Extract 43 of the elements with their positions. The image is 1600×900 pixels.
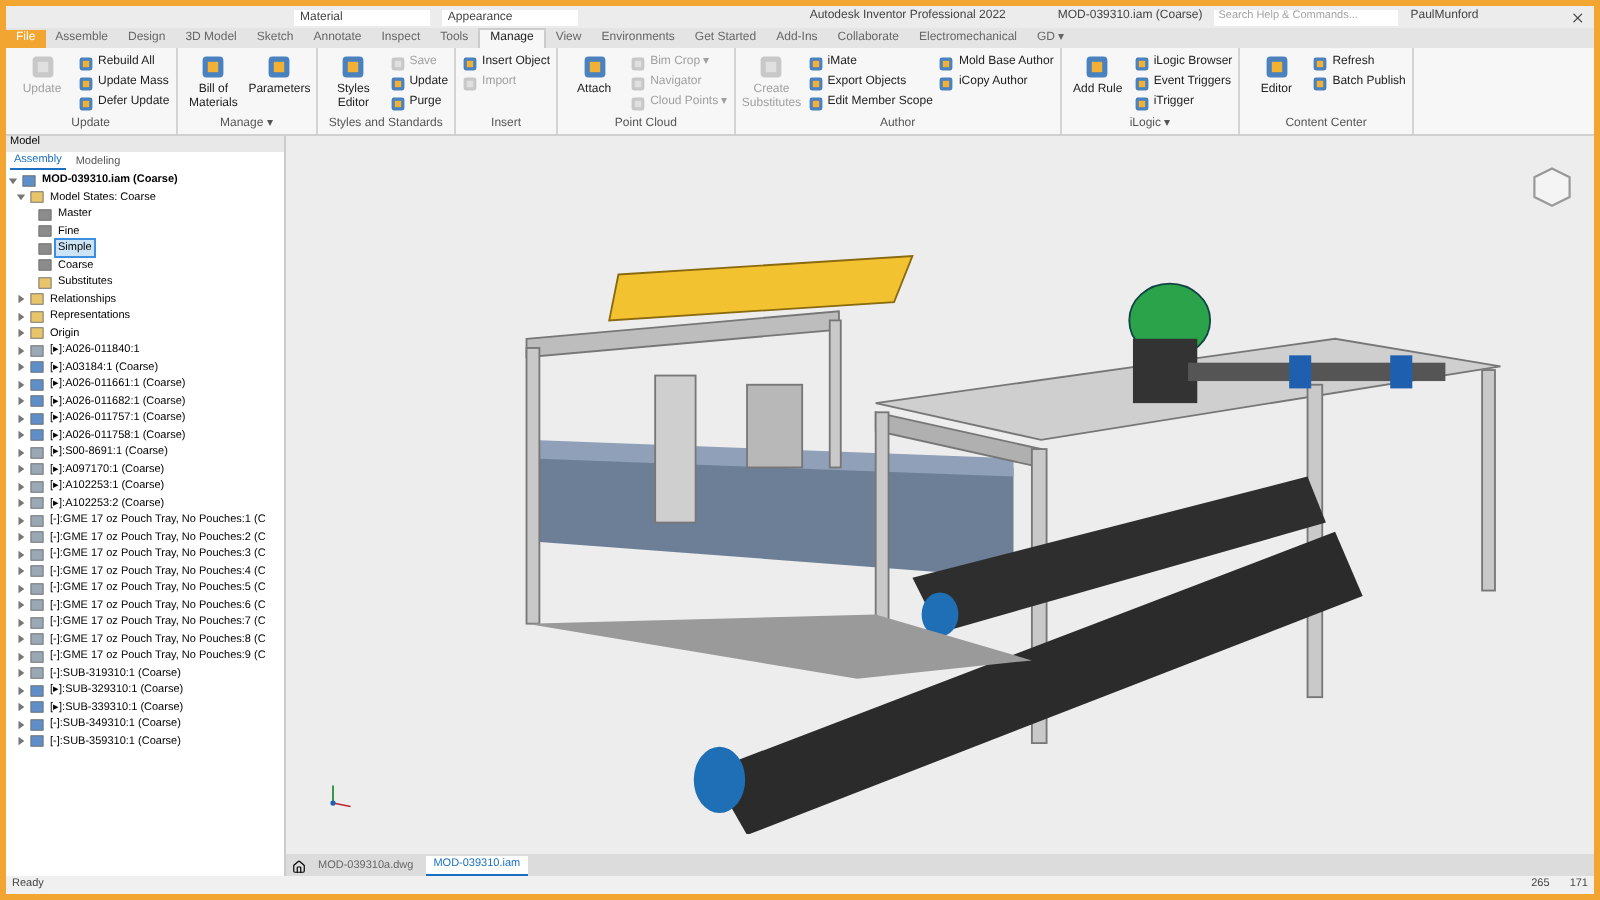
expand-arrow-icon[interactable]: [16, 617, 26, 628]
expand-arrow-icon[interactable]: [16, 362, 26, 373]
expand-arrow-icon[interactable]: [16, 379, 26, 390]
expand-arrow-icon[interactable]: [16, 498, 26, 509]
expand-arrow-icon[interactable]: [16, 464, 26, 475]
expand-arrow-icon[interactable]: [16, 600, 26, 611]
expand-arrow-icon[interactable]: [16, 651, 26, 662]
expand-arrow-icon[interactable]: [16, 702, 26, 713]
expand-arrow-icon[interactable]: [16, 345, 26, 356]
home-icon[interactable]: [292, 860, 306, 874]
expand-arrow-icon[interactable]: [16, 583, 26, 594]
command-icon: [29, 54, 55, 80]
axis-triad-icon: [326, 782, 354, 810]
expand-arrow-icon[interactable]: [16, 413, 26, 424]
collapse-arrow-icon[interactable]: [8, 175, 18, 186]
command-icon: [1263, 54, 1290, 80]
command-icon: [581, 54, 608, 80]
component-icon: [22, 173, 36, 188]
command-icon: [266, 54, 293, 80]
expand-arrow-icon[interactable]: [16, 685, 26, 696]
expand-arrow-icon[interactable]: [16, 532, 26, 543]
expand-arrow-icon[interactable]: [16, 447, 26, 458]
expand-arrow-icon[interactable]: [16, 430, 26, 441]
command-icon: [340, 54, 367, 80]
expand-arrow-icon[interactable]: [16, 736, 26, 747]
expand-arrow-icon[interactable]: [16, 549, 26, 560]
folder-icon: [30, 190, 44, 205]
close-icon[interactable]: [1570, 9, 1587, 25]
expand-arrow-icon[interactable]: [16, 396, 26, 407]
view-cube-icon[interactable]: [1530, 164, 1574, 208]
command-icon: [1084, 54, 1111, 80]
expand-arrow-icon[interactable]: [16, 566, 26, 577]
collapse-arrow-icon[interactable]: [16, 192, 26, 203]
expand-arrow-icon[interactable]: [16, 311, 26, 322]
expand-arrow-icon[interactable]: [16, 294, 26, 305]
expand-arrow-icon[interactable]: [16, 481, 26, 492]
command-icon: [758, 54, 785, 80]
expand-arrow-icon[interactable]: [16, 668, 26, 679]
expand-arrow-icon[interactable]: [16, 515, 26, 526]
expand-arrow-icon[interactable]: [16, 328, 26, 339]
expand-arrow-icon[interactable]: [16, 719, 26, 730]
expand-arrow-icon[interactable]: [16, 634, 26, 645]
command-icon: [200, 54, 227, 80]
